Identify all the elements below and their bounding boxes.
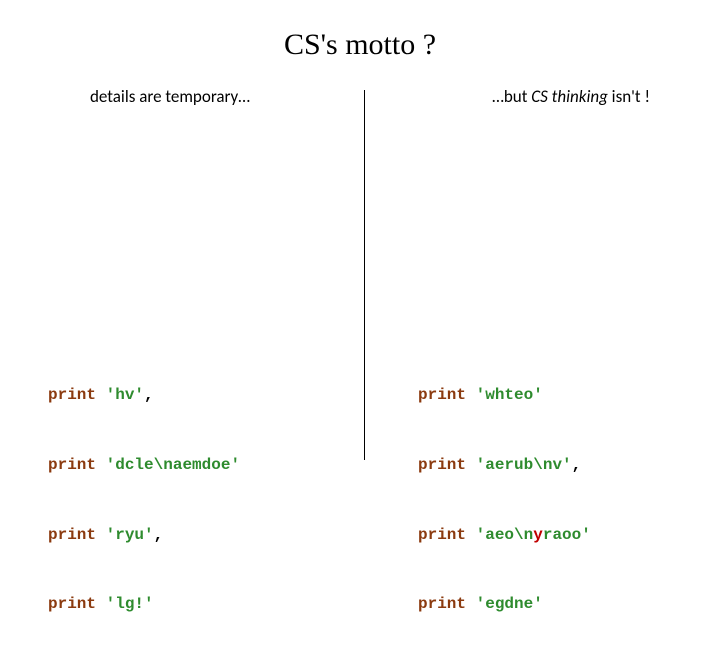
code-keyword: print [418,595,466,613]
code-string: 'egdne' [476,595,543,613]
code-keyword: print [418,526,466,544]
code-keyword: print [48,526,96,544]
code-string: 'aerub\nv' [476,456,572,474]
code-line: print 'aerub\nv', [418,454,591,477]
code-line: print 'aeo\nyraoo' [418,524,591,547]
code-line: print 'hv', [48,384,240,407]
subtitle-right: …but CS thinking isn't ! [492,86,650,107]
vertical-divider [364,90,365,460]
code-string: 'ryu' [106,526,154,544]
code-string: 'whteo' [476,386,543,404]
code-keyword: print [48,595,96,613]
code-line: print 'egdne' [418,593,591,616]
code-punc: , [154,526,164,544]
code-punc: , [572,456,582,474]
code-line: print 'lg!' [48,593,240,616]
subtitle-right-suffix: isn't ! [608,86,650,107]
subtitle-right-italic: CS thinking [531,86,608,107]
code-line: print 'ryu', [48,524,240,547]
code-line: print 'dcle\naemdoe' [48,454,240,477]
code-string: 'dcle\naemdoe' [106,456,240,474]
code-error-char: y [533,526,543,544]
slide: CS's motto ? details are temporary… …but… [0,0,720,540]
subtitle-right-prefix: …but [492,86,531,107]
code-string: 'hv' [106,386,144,404]
code-line: print 'whteo' [418,384,591,407]
code-keyword: print [418,386,466,404]
code-keyword: print [418,456,466,474]
code-punc: , [144,386,154,404]
code-block-right: print 'whteo' print 'aerub\nv', print 'a… [418,338,591,663]
code-block-left: print 'hv', print 'dcle\naemdoe' print '… [48,338,240,663]
code-keyword: print [48,386,96,404]
page-title: CS's motto ? [0,28,720,62]
code-string: 'aeo\n [476,526,534,544]
code-string: raoo' [543,526,591,544]
subtitle-left: details are temporary… [90,86,250,107]
code-keyword: print [48,456,96,474]
code-string: 'lg!' [106,595,154,613]
